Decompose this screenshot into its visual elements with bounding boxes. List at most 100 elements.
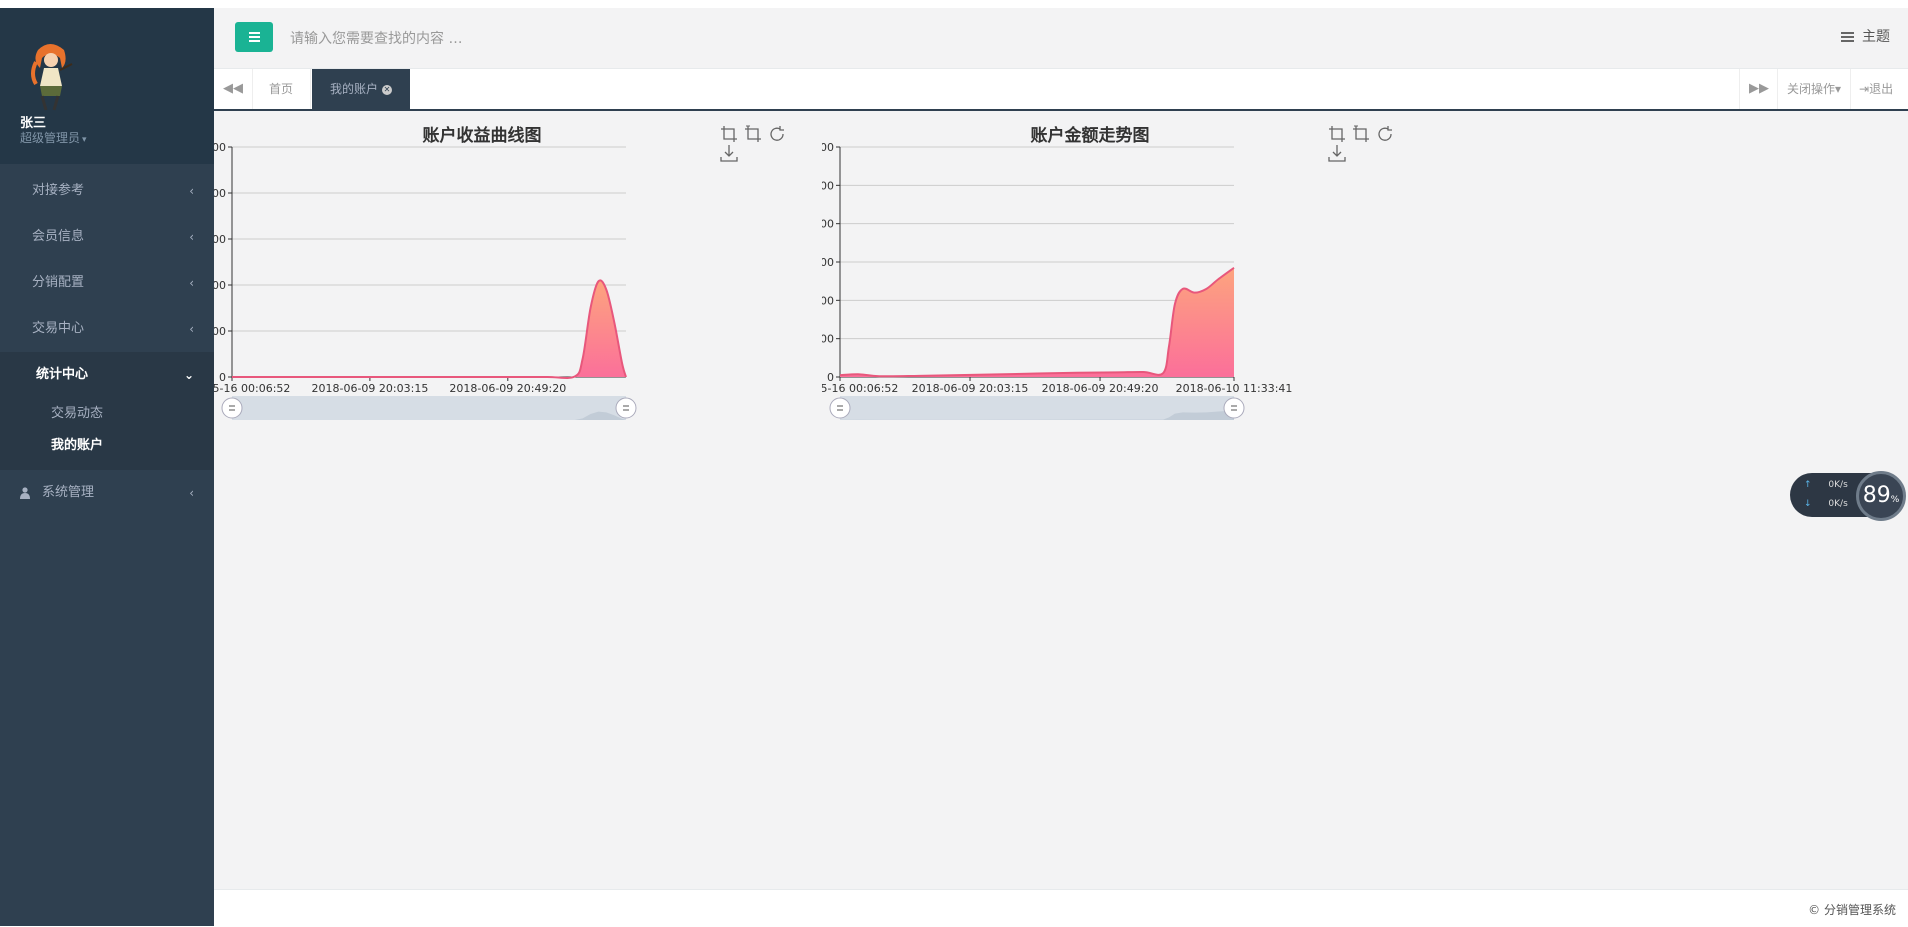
series-area xyxy=(232,280,626,379)
chevron-down-icon: ⌄ xyxy=(183,368,194,382)
x-tick-label: 2018-05-16 00:06:52 xyxy=(214,382,290,395)
footer: © 分销管理系统 xyxy=(214,889,1908,927)
double-left-arrow-icon: ◀◀ xyxy=(223,81,243,96)
download-unit: K/s xyxy=(1834,499,1848,509)
memory-gauge[interactable]: 89% xyxy=(1856,471,1906,521)
zoom-slider-track xyxy=(232,396,626,420)
sidebar-item-label: 统计中心 xyxy=(36,367,89,382)
sidebar-toggle-button[interactable] xyxy=(235,22,273,52)
series-line xyxy=(232,279,627,380)
x-tick-label: 2018-06-09 20:03:15 xyxy=(912,382,1029,395)
gauge-value: 89 xyxy=(1862,483,1891,508)
upload-speed: ↑ 0K/s xyxy=(1804,480,1848,490)
series-area xyxy=(840,267,1234,377)
submenu-item-my-account[interactable]: 我的账户 xyxy=(0,430,214,462)
x-tick-label: 2018-05-16 00:06:52 xyxy=(822,382,898,395)
statistics-submenu: 交易动态 我的账户 xyxy=(0,398,214,470)
x-tick-label: 2018-06-10 11:33:41 xyxy=(1176,382,1293,395)
chart-title: 账户收益曲线图 xyxy=(422,126,542,146)
sidebar-item-members[interactable]: 会员信息 ‹ xyxy=(0,214,214,260)
chart-income: 01002003004005002018-05-16 00:06:522018-… xyxy=(214,111,814,531)
network-speed-widget[interactable]: ↑ 0K/s ↓ 0K/s 89% xyxy=(1790,471,1908,521)
theme-label: 主题 xyxy=(1862,29,1890,45)
y-tick-label: 100 xyxy=(214,325,226,338)
y-tick-label: 200 xyxy=(822,294,834,307)
y-tick-label: 400 xyxy=(822,218,834,231)
zoom-handle xyxy=(615,397,637,419)
caret-down-icon: ▾ xyxy=(82,135,87,145)
double-right-arrow-icon: ▶▶ xyxy=(1749,81,1769,96)
chart-toolbox xyxy=(1328,125,1422,163)
theme-button[interactable]: 主题 xyxy=(1841,26,1890,46)
sidebar-menu: 对接参考 ‹ 会员信息 ‹ 分销配置 ‹ 交易中心 ‹ 统计中心 ⌄ 交易动态 … xyxy=(0,168,214,516)
chevron-left-icon: ‹ xyxy=(189,322,194,336)
sidebar-item-trade[interactable]: 交易中心 ‹ xyxy=(0,306,214,352)
sidebar-item-distribution[interactable]: 分销配置 ‹ xyxy=(0,260,214,306)
list-icon xyxy=(1841,32,1854,42)
user-role-label: 超级管理员 xyxy=(20,131,81,145)
sidebar-item-statistics[interactable]: 统计中心 ⌄ xyxy=(0,352,214,398)
avatar[interactable] xyxy=(24,40,76,112)
main-content: 01002003004005002018-05-16 00:06:522018-… xyxy=(214,111,1908,889)
caret-down-icon: ▾ xyxy=(1834,82,1842,96)
x-tick-label: 2018-06-09 20:49:20 xyxy=(449,382,566,395)
sidebar-item-label: 分销配置 xyxy=(32,275,85,290)
chart-balance: 01002003004005006002018-05-16 00:06:5220… xyxy=(822,111,1422,531)
submenu-item-trade-activity[interactable]: 交易动态 xyxy=(0,398,214,430)
zoom-icon[interactable] xyxy=(720,125,738,143)
close-icon[interactable]: ✕ xyxy=(382,84,392,95)
income-chart-svg: 01002003004005002018-05-16 00:06:522018-… xyxy=(214,141,637,420)
y-tick-label: 300 xyxy=(822,256,834,269)
zoom-icon[interactable] xyxy=(1328,125,1346,143)
close-operations-dropdown[interactable]: 关闭操作▾ xyxy=(1777,69,1850,109)
zoom-reset-icon[interactable] xyxy=(1352,125,1370,143)
download-speed: ↓ 0K/s xyxy=(1804,499,1848,509)
upload-unit: K/s xyxy=(1834,480,1848,490)
sidebar-item-label: 会员信息 xyxy=(32,229,85,244)
user-role-dropdown[interactable]: 超级管理员 ▾ xyxy=(20,129,87,146)
zoom-handle xyxy=(829,397,851,419)
logout-button[interactable]: ⇥退出 xyxy=(1850,69,1908,109)
tab-my-account[interactable]: 我的账户 ✕ xyxy=(312,69,410,109)
x-tick-label: 2018-06-09 20:03:15 xyxy=(311,382,428,395)
search-input[interactable] xyxy=(288,26,692,52)
y-tick-label: 300 xyxy=(214,233,226,246)
chevron-left-icon: ‹ xyxy=(189,486,194,500)
chevron-left-icon: ‹ xyxy=(189,276,194,290)
balance-chart-svg: 01002003004005006002018-05-16 00:06:5220… xyxy=(822,141,1293,420)
zoom-reset-icon[interactable] xyxy=(744,125,762,143)
sidebar-item-system[interactable]: 系统管理 ‹ xyxy=(0,470,214,516)
y-tick-label: 400 xyxy=(214,187,226,200)
chevron-left-icon: ‹ xyxy=(189,230,194,244)
sidebar-item-label: 对接参考 xyxy=(32,183,85,198)
close-ops-label: 关闭操作 xyxy=(1786,82,1835,96)
zoom-handle xyxy=(221,397,243,419)
sidebar-item-label: 交易中心 xyxy=(32,321,85,336)
download-icon[interactable] xyxy=(720,144,738,162)
refresh-icon[interactable] xyxy=(1376,125,1394,143)
sidebar-item-label: 系统管理 xyxy=(42,485,95,500)
sidebar-item-integration[interactable]: 对接参考 ‹ xyxy=(0,168,214,214)
chevron-left-icon: ‹ xyxy=(189,184,194,198)
user-icon xyxy=(20,487,30,499)
x-tick-label: 2018-06-09 20:49:20 xyxy=(1042,382,1159,395)
sign-out-icon: ⇥ xyxy=(1859,82,1870,96)
download-icon[interactable] xyxy=(1328,144,1346,162)
footer-copyright: © 分销管理系统 xyxy=(1808,903,1896,917)
tab-home[interactable]: 首页 xyxy=(252,69,311,109)
gauge-unit: % xyxy=(1890,495,1900,505)
top-navbar: 主题 xyxy=(214,8,1908,69)
tabs-scroll-left-button[interactable]: ◀◀ xyxy=(214,69,253,109)
tabs-scroll-right-button[interactable]: ▶▶ xyxy=(1739,69,1778,109)
zoom-handle xyxy=(1223,397,1245,419)
y-tick-label: 100 xyxy=(822,333,834,346)
y-tick-label: 500 xyxy=(822,179,834,192)
y-tick-label: 200 xyxy=(214,279,226,292)
arrow-up-icon: ↑ xyxy=(1804,480,1812,490)
logout-label: 退出 xyxy=(1869,82,1894,96)
top-border xyxy=(0,0,1908,8)
chart-title: 账户金额走势图 xyxy=(1030,126,1150,146)
arrow-down-icon: ↓ xyxy=(1804,499,1812,509)
tabs-bar: ◀◀ 首页 我的账户 ✕ ▶▶ 关闭操作▾ ⇥退出 xyxy=(214,69,1908,111)
tab-label: 我的账户 xyxy=(329,82,378,96)
